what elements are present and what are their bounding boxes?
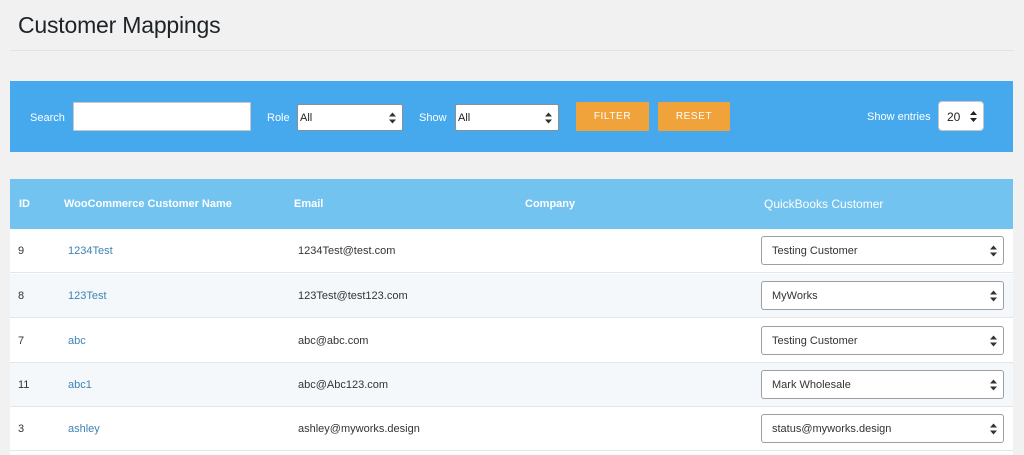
select-arrows-icon [990, 245, 997, 256]
quickbooks-customer-value: Mark Wholesale [772, 379, 851, 391]
cell-id: 8 [18, 290, 25, 302]
select-arrows-icon [990, 423, 997, 434]
cell-email: abc@abc.com [298, 335, 369, 347]
cell-id: 3 [18, 423, 25, 435]
show-select[interactable]: All [455, 104, 559, 131]
customer-name-link[interactable]: 1234Test [68, 245, 113, 257]
quickbooks-customer-value: Testing Customer [772, 335, 858, 347]
table-row: 9 1234Test 1234Test@test.com Testing Cus… [10, 229, 1013, 273]
customer-table: ID WooCommerce Customer Name Email Compa… [10, 179, 1013, 455]
role-label: Role [267, 112, 290, 124]
quickbooks-customer-select[interactable]: Testing Customer [761, 326, 1004, 355]
show-select-value: All [458, 112, 471, 124]
cell-email: ashley@myworks.design [298, 423, 420, 435]
filter-bar: Search Role All Show All FILTER RESET Sh… [10, 81, 1013, 152]
header-email: Email [294, 198, 324, 210]
page-title: Customer Mappings [18, 12, 221, 38]
show-label: Show [419, 112, 447, 124]
quickbooks-customer-select[interactable]: MyWorks [761, 281, 1004, 310]
header-id: ID [19, 198, 30, 210]
cell-id: 7 [18, 335, 25, 347]
select-arrows-icon [990, 290, 997, 301]
select-arrows-icon [970, 111, 977, 122]
role-select[interactable]: All [297, 104, 403, 131]
search-input[interactable] [73, 102, 251, 131]
quickbooks-customer-value: status@myworks.design [772, 423, 892, 435]
quickbooks-customer-select[interactable]: Testing Customer [761, 236, 1004, 265]
select-arrows-icon [990, 335, 997, 346]
header-customer-name: WooCommerce Customer Name [64, 198, 232, 210]
customer-name-link[interactable]: abc [68, 335, 86, 347]
filter-button[interactable]: FILTER [576, 102, 649, 131]
table-row: 8 123Test 123Test@test123.com MyWorks [10, 274, 1013, 318]
show-entries-label: Show entries [867, 111, 931, 123]
header-company: Company [525, 198, 576, 210]
quickbooks-customer-select[interactable]: status@myworks.design [761, 414, 1004, 443]
select-arrows-icon [389, 112, 396, 123]
customer-name-link[interactable]: abc1 [68, 379, 92, 391]
table-row: 3 ashley ashley@myworks.design status@my… [10, 407, 1013, 451]
search-label: Search [30, 112, 65, 124]
table-header: ID WooCommerce Customer Name Email Compa… [10, 179, 1013, 229]
cell-id: 11 [18, 379, 30, 391]
cell-email: abc@Abc123.com [298, 379, 389, 391]
cell-email: 1234Test@test.com [298, 245, 396, 257]
quickbooks-customer-select[interactable]: Mark Wholesale [761, 370, 1004, 399]
entries-select[interactable]: 20 [938, 101, 984, 131]
role-select-value: All [300, 112, 313, 124]
customer-name-link[interactable]: ashley [68, 423, 100, 435]
quickbooks-customer-value: Testing Customer [772, 245, 858, 257]
table-row: 7 abc abc@abc.com Testing Customer [10, 319, 1013, 363]
entries-select-value: 20 [947, 110, 961, 124]
cell-email: 123Test@test123.com [298, 290, 408, 302]
cell-id: 9 [18, 245, 25, 257]
quickbooks-customer-value: MyWorks [772, 290, 818, 302]
header-quickbooks-customer: QuickBooks Customer [764, 197, 884, 211]
table-row: 11 abc1 abc@Abc123.com Mark Wholesale [10, 363, 1013, 407]
reset-button[interactable]: RESET [658, 102, 730, 131]
select-arrows-icon [545, 112, 552, 123]
select-arrows-icon [990, 379, 997, 390]
customer-name-link[interactable]: 123Test [68, 290, 107, 302]
title-divider [10, 50, 1014, 51]
